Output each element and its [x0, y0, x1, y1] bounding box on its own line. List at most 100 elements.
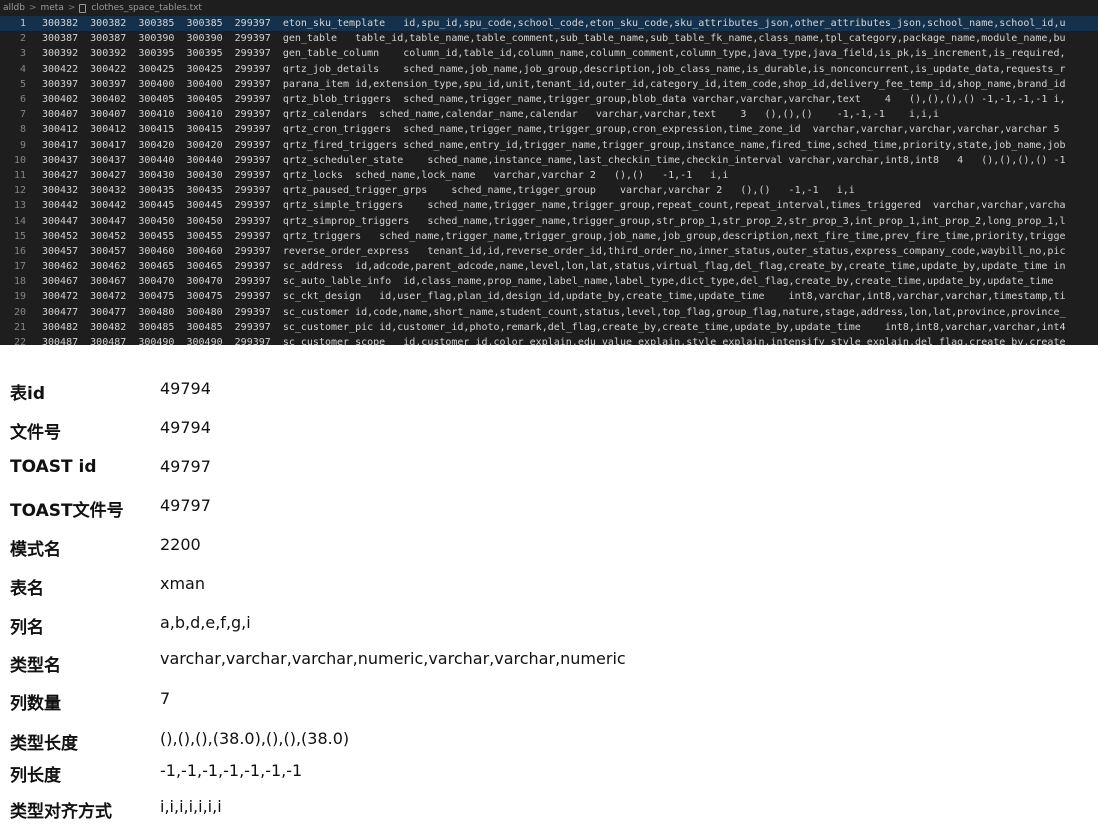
line-text: 300417 300417 300420 300420 299397 qrtz_…	[42, 139, 1066, 151]
line-text: 300457 300457 300460 300460 299397 rever…	[42, 245, 1066, 257]
detail-label: 文件号	[10, 423, 61, 443]
line-number: 17	[13, 261, 26, 273]
detail-value: 49797	[160, 457, 211, 476]
detail-label: 模式名	[10, 540, 61, 560]
line-number: 8	[19, 124, 26, 136]
code-line[interactable]: 9 300417 300417 300420 300420 299397 qrtz…	[0, 138, 1098, 153]
detail-value: 7	[160, 689, 171, 708]
chevron-right-icon: >	[28, 3, 37, 13]
detail-label: 类型对齐方式	[10, 802, 112, 822]
line-text: 300477 300477 300480 300480 299397 sc_cu…	[42, 306, 1066, 318]
chevron-right-icon: >	[67, 3, 76, 13]
line-number: 14	[13, 215, 26, 227]
line-number: 10	[13, 154, 26, 166]
line-text: 300437 300437 300440 300440 299397 qrtz_…	[42, 154, 1066, 166]
line-number: 16	[13, 245, 26, 257]
line-number: 3	[19, 48, 26, 60]
detail-label: 列数量	[10, 694, 61, 714]
line-text: 300407 300407 300410 300410 299397 qrtz_…	[42, 109, 940, 121]
code-line[interactable]: 21 300482 300482 300485 300485 299397 sc_…	[0, 320, 1098, 335]
detail-label: 表名	[10, 579, 44, 599]
detail-value: i,i,i,i,i,i,i	[160, 797, 222, 816]
line-number: 1	[19, 18, 26, 30]
code-line[interactable]: 2 300387 300387 300390 300390 299397 gen_…	[0, 31, 1098, 46]
line-number: 11	[13, 169, 26, 181]
code-line[interactable]: 17 300462 300462 300465 300465 299397 sc_…	[0, 259, 1098, 274]
detail-label: 列名	[10, 618, 44, 638]
line-number: 9	[19, 139, 26, 151]
code-line[interactable]: 14 300447 300447 300450 300450 299397 qrt…	[0, 213, 1098, 228]
detail-label: TOAST文件号	[10, 501, 124, 521]
detail-label: 类型名	[10, 656, 61, 676]
breadcrumb-file[interactable]: clothes_space_tables.txt	[91, 3, 202, 13]
breadcrumb: alldb > meta > clothes_space_tables.txt	[0, 0, 1098, 16]
code-line[interactable]: 5 300397 300397 300400 300400 299397 para…	[0, 77, 1098, 92]
line-text: 300482 300482 300485 300485 299397 sc_cu…	[42, 321, 1066, 333]
line-number: 19	[13, 291, 26, 303]
file-icon	[79, 3, 87, 13]
detail-value: 2200	[160, 535, 201, 554]
detail-label: TOAST id	[10, 457, 97, 477]
code-line[interactable]: 20 300477 300477 300480 300480 299397 sc_…	[0, 305, 1098, 320]
line-number: 4	[19, 63, 26, 75]
line-number: 2	[19, 33, 26, 45]
code-line[interactable]: 1 300382 300382 300385 300385 299397 eton…	[0, 16, 1098, 32]
detail-value: xman	[160, 574, 205, 593]
code-lines[interactable]: 1 300382 300382 300385 300385 299397 eton…	[0, 16, 1098, 345]
code-line[interactable]: 3 300392 300392 300395 300395 299397 gen_…	[0, 46, 1098, 61]
line-text: 300412 300412 300415 300415 299397 qrtz_…	[42, 124, 1060, 136]
code-line[interactable]: 11 300427 300427 300430 300430 299397 qrt…	[0, 168, 1098, 183]
code-line[interactable]: 6 300402 300402 300405 300405 299397 qrtz…	[0, 92, 1098, 107]
detail-label: 类型长度	[10, 734, 78, 754]
line-text: 300447 300447 300450 300450 299397 qrtz_…	[42, 215, 1066, 227]
code-line[interactable]: 8 300412 300412 300415 300415 299397 qrtz…	[0, 122, 1098, 137]
line-number: 5	[19, 78, 26, 90]
detail-value: (),(),(),(38.0),(),(),(38.0)	[160, 729, 350, 748]
detail-label: 列长度	[10, 766, 61, 786]
breadcrumb-root[interactable]: alldb	[3, 3, 25, 13]
line-text: 300392 300392 300395 300395 299397 gen_t…	[42, 48, 1066, 60]
code-line[interactable]: 18 300467 300467 300470 300470 299397 sc_…	[0, 274, 1098, 289]
line-text: 300442 300442 300445 300445 299397 qrtz_…	[42, 200, 1066, 212]
line-text: 300472 300472 300475 300475 299397 sc_ck…	[42, 291, 1066, 303]
detail-value: a,b,d,e,f,g,i	[160, 613, 251, 632]
line-number: 20	[13, 306, 26, 318]
line-number: 15	[13, 230, 26, 242]
line-number: 18	[13, 276, 26, 288]
line-text: 300422 300422 300425 300425 299397 qrtz_…	[42, 63, 1066, 75]
line-text: 300387 300387 300390 300390 299397 gen_t…	[42, 33, 1066, 45]
line-text: 300462 300462 300465 300465 299397 sc_ad…	[42, 261, 1066, 273]
line-text: 300382 300382 300385 300385 299397 eton_…	[42, 18, 1066, 30]
line-text: 300432 300432 300435 300435 299397 qrtz_…	[42, 185, 855, 197]
code-line[interactable]: 7 300407 300407 300410 300410 299397 qrtz…	[0, 107, 1098, 122]
detail-value: 49797	[160, 496, 211, 515]
detail-value: -1,-1,-1,-1,-1,-1,-1	[160, 761, 303, 780]
line-text: 300397 300397 300400 300400 299397 paran…	[42, 78, 1066, 90]
line-text: 300402 300402 300405 300405 299397 qrtz_…	[42, 94, 1066, 106]
code-line[interactable]: 4 300422 300422 300425 300425 299397 qrtz…	[0, 62, 1098, 77]
code-line[interactable]: 16 300457 300457 300460 300460 299397 rev…	[0, 244, 1098, 259]
line-text: 300427 300427 300430 300430 299397 qrtz_…	[42, 169, 729, 181]
detail-value: varchar,varchar,varchar,numeric,varchar,…	[160, 649, 626, 668]
line-text: 300452 300452 300455 300455 299397 qrtz_…	[42, 230, 1066, 242]
code-line[interactable]: 10 300437 300437 300440 300440 299397 qrt…	[0, 153, 1098, 168]
line-number: 21	[13, 321, 26, 333]
line-number: 7	[19, 109, 26, 121]
line-number: 12	[13, 185, 26, 197]
code-line[interactable]: 15 300452 300452 300455 300455 299397 qrt…	[0, 229, 1098, 244]
detail-value: 49794	[160, 418, 211, 437]
line-number: 22	[13, 337, 26, 345]
code-line[interactable]: 13 300442 300442 300445 300445 299397 qrt…	[0, 198, 1098, 213]
detail-label: 表id	[10, 384, 45, 404]
breadcrumb-folder[interactable]: meta	[41, 3, 64, 13]
line-number: 13	[13, 200, 26, 212]
code-line[interactable]: 22 300487 300487 300490 300490 299397 sc_…	[0, 335, 1098, 345]
line-text: 300487 300487 300490 300490 299397 sc_cu…	[42, 337, 1066, 345]
code-line[interactable]: 12 300432 300432 300435 300435 299397 qrt…	[0, 183, 1098, 198]
text-editor-panel: alldb > meta > clothes_space_tables.txt …	[0, 0, 1098, 345]
table-metadata-details: 表id 49794 文件号 49794 TOAST id 49797 TOAST文件号 497…	[0, 345, 1098, 825]
detail-value: 49794	[160, 379, 211, 398]
code-line[interactable]: 19 300472 300472 300475 300475 299397 sc_…	[0, 289, 1098, 304]
line-text: 300467 300467 300470 300470 299397 sc_au…	[42, 276, 1054, 288]
line-number: 6	[19, 94, 26, 106]
